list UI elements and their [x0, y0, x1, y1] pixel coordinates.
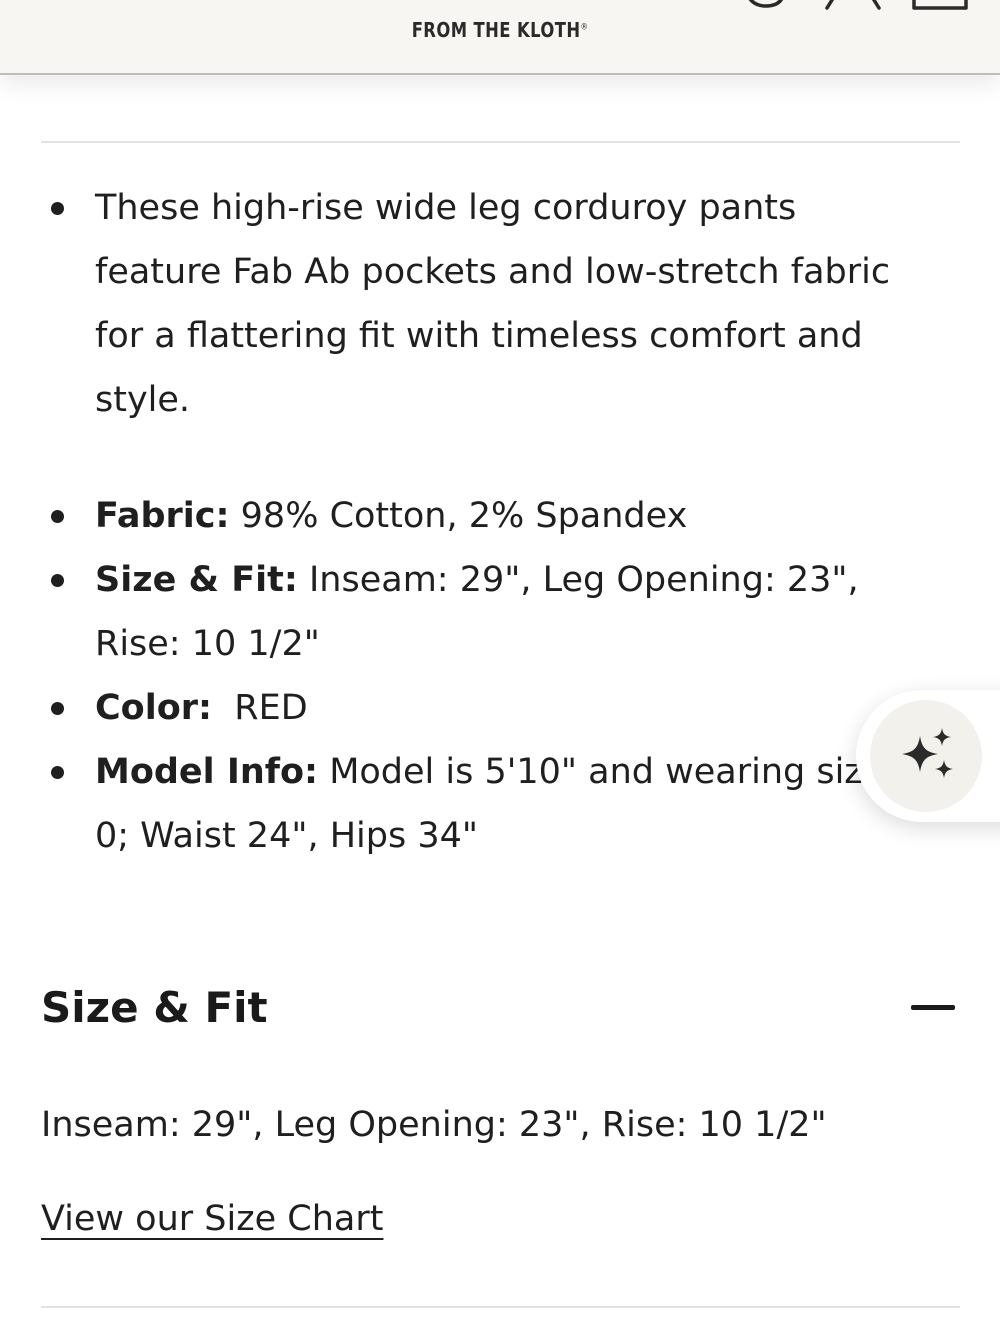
product-description-list: These high-rise wide leg corduroy pants … [41, 176, 901, 432]
menu-icon[interactable] [40, 0, 86, 2]
bullet-icon [51, 766, 64, 779]
assistant-floating-tab [856, 690, 1000, 822]
section-divider-bottom [41, 1306, 960, 1308]
search-icon[interactable] [742, 0, 794, 12]
description-text: These high-rise wide leg corduroy pants … [95, 188, 891, 420]
spec-label: Size & Fit: [95, 560, 298, 600]
spec-value: 98% Cotton, 2% Spandex [229, 496, 688, 536]
bullet-icon [51, 510, 64, 523]
description-item: These high-rise wide leg corduroy pants … [41, 176, 901, 432]
bullet-icon [51, 702, 64, 715]
spec-label: Color: [95, 688, 213, 728]
bullet-icon [51, 574, 64, 587]
product-spec-list: Fabric: 98% Cotton, 2% Spandex Size & Fi… [41, 484, 901, 868]
spec-value: RED [212, 688, 308, 728]
cart-icon[interactable] [910, 0, 970, 12]
spec-label: Fabric: [95, 496, 230, 536]
spec-item-size-fit: Size & Fit: Inseam: 29", Leg Opening: 23… [41, 548, 901, 676]
size-chart-link[interactable]: View our Size Chart [41, 1194, 383, 1244]
product-detail-page: FROM THE KLOTH® These high-rise wide leg… [0, 0, 1000, 1333]
spec-label: Model Info: [95, 752, 319, 792]
account-icon[interactable] [823, 0, 883, 12]
spec-item-fabric: Fabric: 98% Cotton, 2% Spandex [41, 484, 901, 548]
collapse-minus-icon[interactable] [911, 1005, 955, 1010]
logo-tagline: FROM THE KLOTH® [411, 18, 589, 42]
size-fit-text: Inseam: 29", Leg Opening: 23", Rise: 10 … [41, 1105, 827, 1145]
bullet-icon [51, 202, 64, 215]
spec-item-model-info: Model Info: Model is 5'10" and wearing s… [41, 740, 901, 868]
brand-logo[interactable]: FROM THE KLOTH® [380, 0, 620, 44]
spec-item-color: Color: RED [41, 676, 901, 740]
size-fit-accordion-title[interactable]: Size & Fit [41, 980, 268, 1036]
site-header: FROM THE KLOTH® [0, 0, 1000, 75]
section-divider-top [41, 141, 960, 143]
sparkle-icon [902, 728, 953, 778]
assistant-button[interactable] [870, 700, 982, 812]
